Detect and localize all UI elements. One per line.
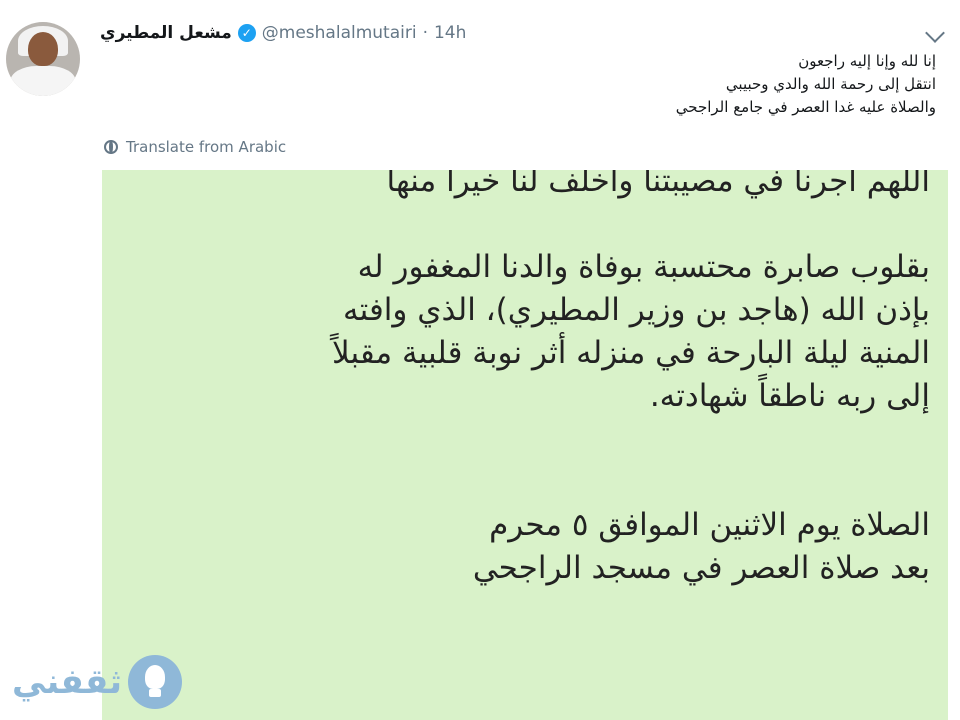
card-line: بعد صلاة العصر في مسجد الراجحي [472, 550, 930, 586]
card-line [130, 418, 930, 461]
author-name[interactable]: مشعل المطيري [100, 23, 232, 43]
card-line: إلى ربه ناطقاً شهادته. [649, 378, 930, 414]
card-text: اللهم اجرنا في مصيبتنا واخلف لنا خيرا من… [130, 170, 930, 590]
tweet-line: إنا لله وإنا إليه راجعون [798, 52, 936, 70]
tweet-line: والصلاة عليه غدا العصر في جامع الراجحي [675, 98, 936, 116]
author-handle[interactable]: @meshalalmutairi [262, 23, 417, 43]
tweet-image-card[interactable]: اللهم اجرنا في مصيبتنا واخلف لنا خيرا من… [102, 170, 948, 720]
card-line [130, 203, 930, 246]
avatar-face [28, 32, 58, 66]
card-line [130, 461, 930, 504]
tweet-timestamp[interactable]: 14h [434, 23, 466, 43]
card-line: الصلاة يوم الاثنين الموافق ٥ محرم [489, 507, 930, 543]
tweet-text: إنا لله وإنا إليه راجعون انتقل إلى رحمة … [336, 50, 936, 119]
watermark-logo: ثقفني [12, 652, 182, 712]
card-line: المنية ليلة البارحة في منزله أثر نوبة قل… [331, 335, 930, 371]
avatar-body [10, 66, 76, 96]
separator-dot: · [422, 23, 428, 43]
tweet-header: مشعل المطيري ✓ @meshalalmutairi · 14h [100, 18, 466, 48]
watermark-text: ثقفني [12, 662, 122, 702]
lightbulb-icon [128, 655, 182, 709]
card-line: اللهم اجرنا في مصيبتنا واخلف لنا خيرا من… [386, 170, 930, 199]
card-line: بقلوب صابرة محتسبة بوفاة والدنا المغفور … [357, 249, 930, 285]
tweet-line: انتقل إلى رحمة الله والدي وحبيبي [725, 75, 936, 93]
avatar[interactable] [6, 22, 80, 96]
verified-badge-icon: ✓ [237, 24, 256, 42]
translate-link[interactable]: Translate from Arabic [104, 138, 286, 156]
chevron-down-icon[interactable] [925, 23, 945, 43]
translate-label: Translate from Arabic [126, 138, 287, 156]
globe-icon [104, 140, 118, 154]
card-line: بإذن الله (هاجد بن وزير المطيري)، الذي و… [343, 292, 930, 328]
